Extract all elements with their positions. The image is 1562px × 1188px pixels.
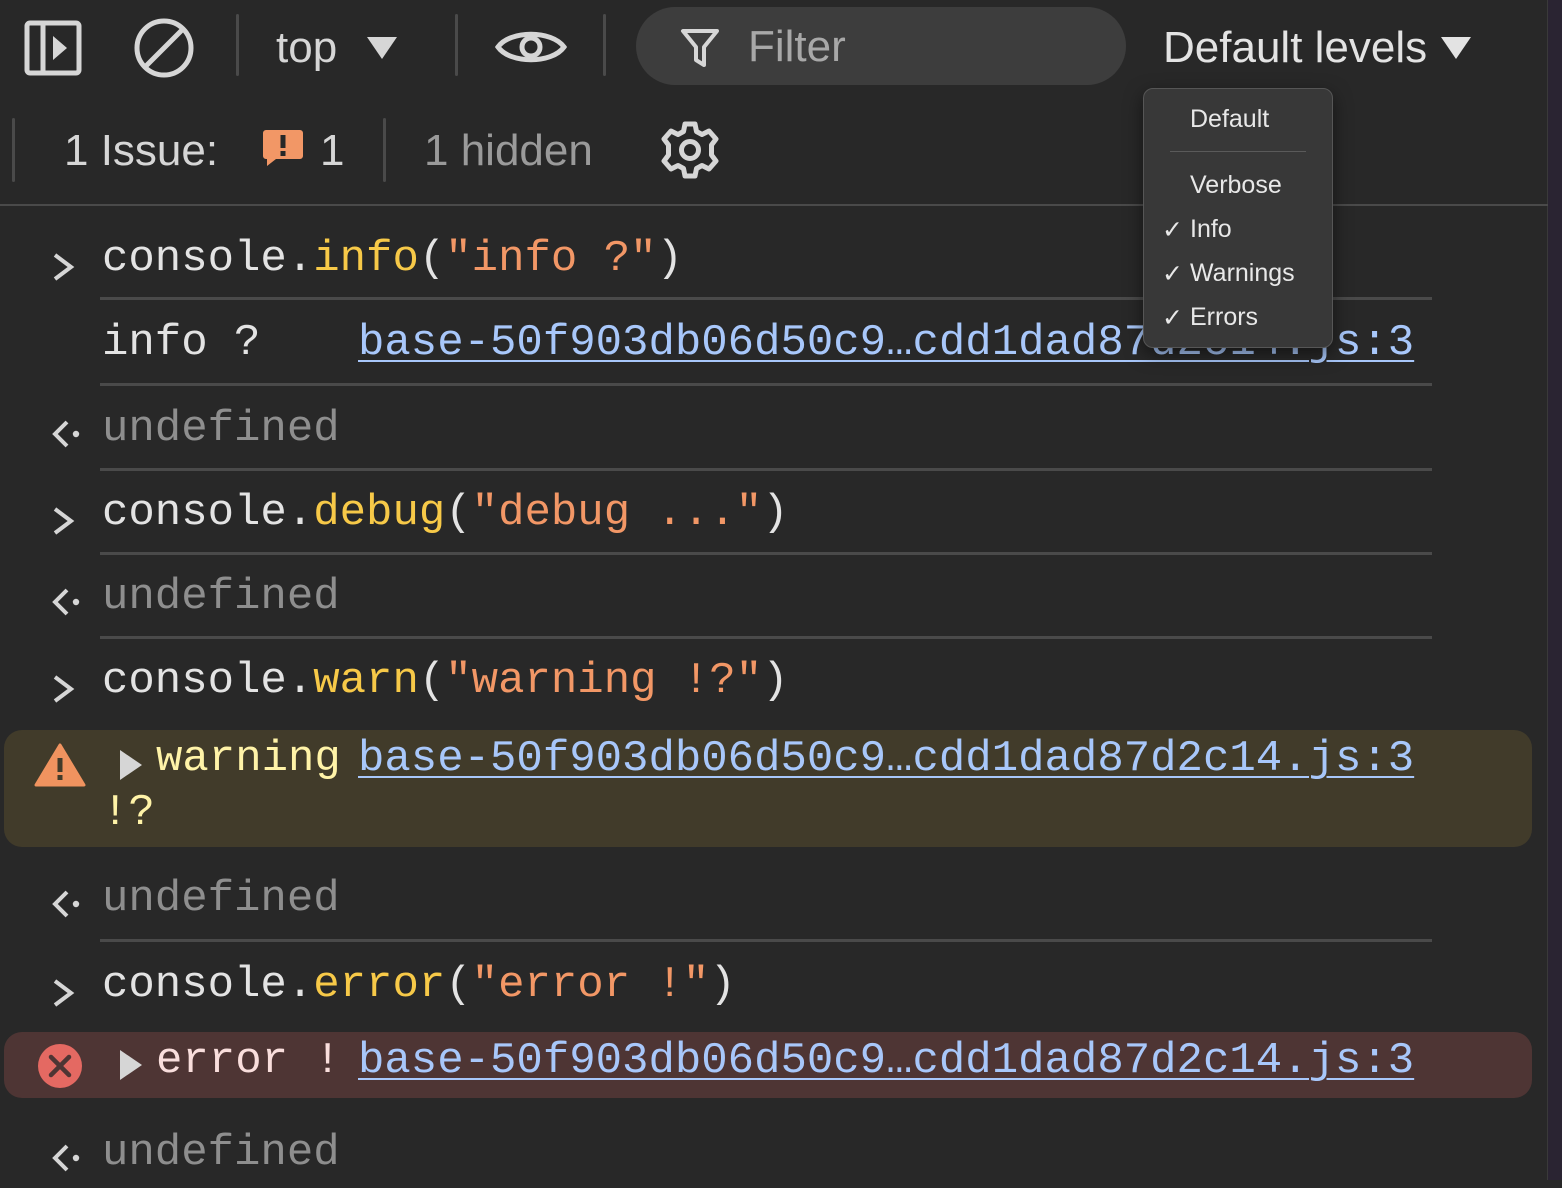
command-paren: ( bbox=[445, 960, 472, 1010]
menu-item-info[interactable]: Info bbox=[1190, 215, 1232, 244]
command-paren: ) bbox=[762, 656, 789, 706]
eye-icon[interactable] bbox=[494, 24, 568, 75]
context-label: top bbox=[276, 23, 338, 72]
chevron-right-icon bbox=[50, 972, 76, 1022]
console-command: console.debug("debug ...") bbox=[102, 488, 789, 538]
console-toolbar: top Default levels bbox=[0, 0, 1548, 98]
chevron-right-icon bbox=[50, 668, 76, 718]
source-link[interactable]: base-50f903db06d50c9…cdd1dad87d2c14.js:3 bbox=[358, 734, 1414, 784]
chevron-right-icon bbox=[50, 246, 76, 296]
menu-item-verbose[interactable]: Verbose bbox=[1190, 171, 1282, 200]
command-method: info bbox=[313, 234, 419, 284]
expand-triangle-icon[interactable] bbox=[120, 1050, 142, 1080]
toolbar-divider bbox=[12, 118, 15, 182]
row-divider bbox=[100, 383, 1432, 386]
command-argument: "error !" bbox=[471, 960, 710, 1010]
checkmark-icon: ✓ bbox=[1162, 216, 1183, 244]
toolbar-divider bbox=[383, 118, 386, 182]
command-argument: "warning !?" bbox=[445, 656, 763, 706]
hidden-count: 1 hidden bbox=[424, 126, 593, 175]
warning-icon bbox=[34, 742, 86, 802]
console-command: console.warn("warning !?") bbox=[102, 656, 789, 706]
return-arrow-icon bbox=[50, 884, 82, 934]
command-object: console. bbox=[102, 656, 314, 706]
gear-icon[interactable] bbox=[660, 120, 720, 185]
chevron-right-icon bbox=[50, 500, 76, 550]
context-selector[interactable]: top bbox=[276, 18, 398, 78]
toolbar-divider bbox=[236, 14, 239, 76]
console-warning-row[interactable]: warning base-50f903db06d50c9…cdd1dad87d2… bbox=[4, 730, 1532, 847]
command-method: debug bbox=[313, 488, 446, 538]
command-object: console. bbox=[102, 234, 314, 284]
command-method: error bbox=[313, 960, 446, 1010]
warning-message: warning bbox=[156, 734, 341, 784]
sidebar-panel-icon[interactable] bbox=[24, 20, 82, 81]
source-link[interactable]: base-50f903db06d50c9…cdd1dad87d2c14.js:3 bbox=[358, 1036, 1414, 1086]
filter-box[interactable] bbox=[636, 7, 1126, 85]
console-input-row: console.warn("warning !?") bbox=[0, 652, 1548, 712]
console-command: console.info("info ?") bbox=[102, 234, 683, 284]
command-paren: ( bbox=[418, 234, 446, 284]
command-paren: ) bbox=[762, 488, 789, 538]
checkmark-icon: ✓ bbox=[1162, 304, 1183, 332]
result-value: undefined bbox=[102, 404, 340, 454]
chevron-down-icon bbox=[367, 37, 398, 59]
command-method: warn bbox=[313, 656, 419, 706]
filter-input[interactable] bbox=[746, 17, 1110, 77]
console-error-row[interactable]: error ! base-50f903db06d50c9…cdd1dad87d2… bbox=[4, 1032, 1532, 1098]
return-arrow-icon bbox=[50, 1138, 82, 1188]
toolbar-divider bbox=[603, 14, 606, 76]
result-value: undefined bbox=[102, 874, 340, 924]
error-icon bbox=[37, 1043, 83, 1103]
menu-divider bbox=[1170, 151, 1306, 152]
return-arrow-icon bbox=[50, 582, 82, 632]
row-divider bbox=[100, 939, 1432, 942]
levels-label: Default levels bbox=[1163, 23, 1428, 72]
levels-menu: Default Verbose ✓ Info ✓ Warnings ✓ Erro… bbox=[1143, 88, 1333, 348]
console-result-row: undefined bbox=[0, 1124, 1548, 1184]
console-command: console.error("error !") bbox=[102, 960, 736, 1010]
expand-triangle-icon[interactable] bbox=[120, 750, 142, 780]
console-result-row: undefined bbox=[0, 870, 1548, 930]
console-result-row: undefined bbox=[0, 400, 1548, 460]
clear-console-icon[interactable] bbox=[133, 17, 195, 84]
command-argument: "debug ..." bbox=[471, 488, 763, 538]
command-object: console. bbox=[102, 960, 314, 1010]
checkmark-icon: ✓ bbox=[1162, 260, 1183, 288]
issues-label[interactable]: 1 Issue: bbox=[64, 126, 218, 176]
row-divider bbox=[100, 552, 1432, 555]
return-arrow-icon bbox=[50, 414, 82, 464]
issue-count[interactable]: 1 bbox=[320, 126, 344, 176]
command-paren: ( bbox=[445, 488, 472, 538]
toolbar-divider bbox=[455, 14, 458, 76]
console-output: console.info("info ?") info ? base-50f90… bbox=[0, 206, 1548, 1180]
filter-icon bbox=[681, 29, 719, 67]
result-value: undefined bbox=[102, 1128, 340, 1178]
result-value: undefined bbox=[102, 572, 340, 622]
console-result-row: undefined bbox=[0, 568, 1548, 628]
row-divider bbox=[100, 636, 1432, 639]
warning-message-continued: !? bbox=[102, 788, 155, 838]
row-divider bbox=[100, 468, 1432, 471]
window-edge bbox=[1548, 0, 1562, 1180]
menu-item-errors[interactable]: Errors bbox=[1190, 303, 1258, 332]
console-input-row: console.debug("debug ...") bbox=[0, 484, 1548, 544]
menu-item-warnings[interactable]: Warnings bbox=[1190, 259, 1295, 288]
console-input-row: console.error("error !") bbox=[0, 956, 1548, 1016]
log-levels-dropdown[interactable]: Default levels bbox=[1163, 18, 1472, 78]
command-paren: ) bbox=[709, 960, 736, 1010]
chevron-down-icon bbox=[1441, 37, 1472, 59]
command-object: console. bbox=[102, 488, 314, 538]
command-paren: ) bbox=[656, 234, 683, 284]
error-message: error ! bbox=[156, 1036, 341, 1086]
menu-item-default[interactable]: Default bbox=[1190, 105, 1269, 134]
command-paren: ( bbox=[418, 656, 446, 706]
issue-badge-icon[interactable] bbox=[262, 128, 304, 168]
log-message: info ? bbox=[102, 318, 261, 368]
command-argument: "info ?" bbox=[445, 234, 657, 284]
